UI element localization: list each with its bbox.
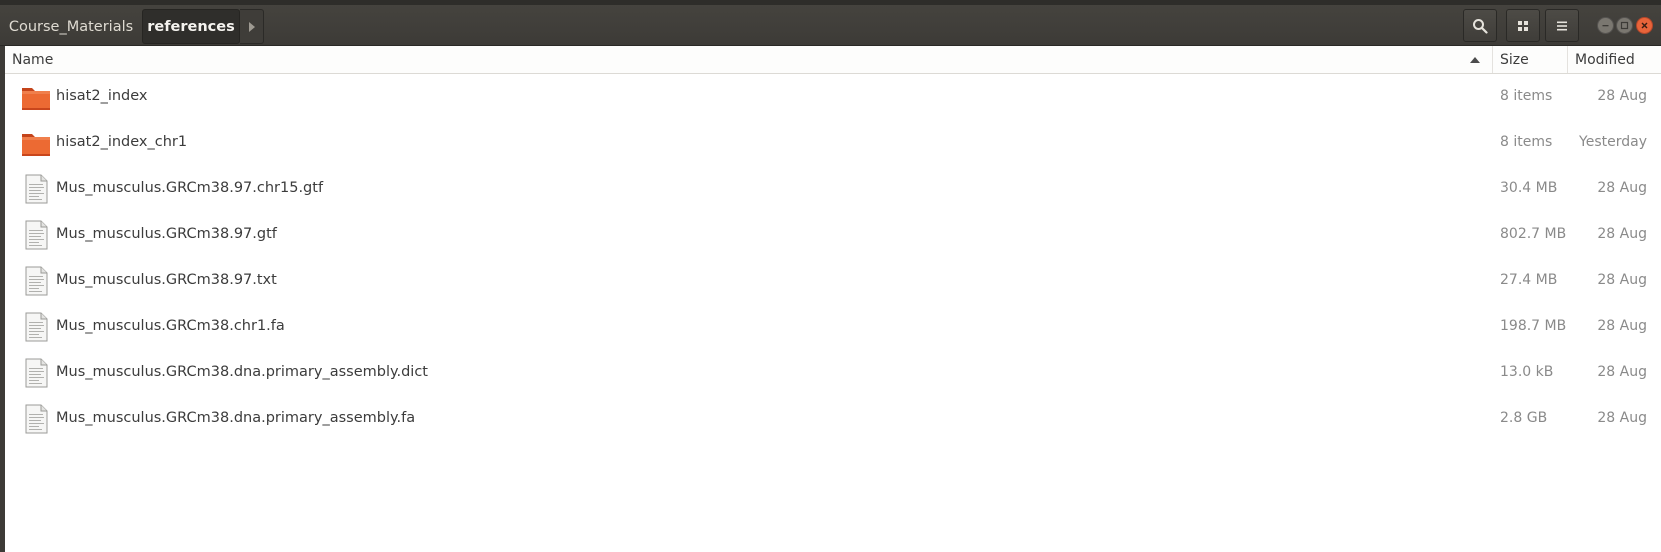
folder-icon: [20, 127, 52, 159]
file-size: 802.7 MB: [1500, 226, 1567, 242]
text-file-icon: [20, 311, 52, 343]
close-icon: [1641, 22, 1648, 29]
file-size: 27.4 MB: [1500, 272, 1558, 288]
column-header-modified[interactable]: Modified: [1568, 46, 1661, 73]
file-modified: 28 Aug: [1597, 272, 1647, 288]
folder-icon: [20, 81, 52, 113]
file-name: Mus_musculus.GRCm38.chr1.fa: [56, 318, 285, 334]
column-header-label: Modified: [1575, 51, 1635, 68]
chevron-right-icon: [248, 21, 255, 32]
text-file-icon: [20, 403, 52, 435]
file-size: 198.7 MB: [1500, 318, 1567, 334]
file-list: hisat2_index 8 items 28 Aug hisat2_index_c…: [5, 74, 1661, 442]
file-row[interactable]: hisat2_index 8 items 28 Aug: [5, 74, 1661, 120]
menu-button[interactable]: [1545, 9, 1579, 42]
column-header-name[interactable]: Name: [5, 46, 1493, 73]
column-header: Name Size Modified: [5, 46, 1661, 74]
file-modified: 28 Aug: [1597, 226, 1647, 242]
text-file-icon: [20, 173, 52, 205]
file-row[interactable]: Mus_musculus.GRCm38.dna.primary_assembly…: [5, 396, 1661, 442]
file-modified: 28 Aug: [1597, 88, 1647, 104]
file-modified: 28 Aug: [1597, 410, 1647, 426]
breadcrumb-label: references: [147, 18, 235, 35]
minimize-button[interactable]: [1597, 17, 1614, 34]
file-size: 2.8 GB: [1500, 410, 1548, 426]
view-toggle-button[interactable]: [1506, 9, 1540, 42]
minimize-icon: [1602, 25, 1609, 27]
file-modified: Yesterday: [1579, 134, 1647, 150]
sort-ascending-icon: [1470, 57, 1480, 63]
file-name: Mus_musculus.GRCm38.97.txt: [56, 272, 277, 288]
file-name: Mus_musculus.GRCm38.97.chr15.gtf: [56, 180, 324, 196]
hamburger-menu-icon: [1557, 21, 1567, 30]
search-button[interactable]: [1463, 9, 1497, 42]
file-modified: 28 Aug: [1597, 318, 1647, 334]
column-header-size[interactable]: Size: [1493, 46, 1568, 73]
file-row[interactable]: Mus_musculus.GRCm38.97.chr15.gtf 30.4 MB 2…: [5, 166, 1661, 212]
text-file-icon: [20, 265, 52, 297]
file-name: Mus_musculus.GRCm38.97.gtf: [56, 226, 277, 242]
file-name: Mus_musculus.GRCm38.dna.primary_assembly…: [56, 364, 428, 380]
file-name: Mus_musculus.GRCm38.dna.primary_assembly…: [56, 410, 416, 426]
file-row[interactable]: Mus_musculus.GRCm38.chr1.fa 198.7 MB 28 Au…: [5, 304, 1661, 350]
column-header-label: Size: [1500, 51, 1529, 68]
file-row[interactable]: hisat2_index_chr1 8 items Yesterday: [5, 120, 1661, 166]
search-icon: [1473, 18, 1488, 34]
text-file-icon: [20, 357, 52, 389]
file-size: 13.0 kB: [1500, 364, 1554, 380]
header-bar: Course_Materials references: [0, 0, 1661, 46]
breadcrumb-references[interactable]: references: [142, 9, 240, 44]
file-name: hisat2_index: [56, 88, 148, 104]
file-row[interactable]: Mus_musculus.GRCm38.97.gtf 802.7 MB 28 Aug: [5, 212, 1661, 258]
file-size: 8 items: [1500, 88, 1553, 104]
maximize-icon: [1620, 21, 1629, 30]
maximize-button[interactable]: [1616, 17, 1633, 34]
breadcrumb-course-materials[interactable]: Course_Materials: [0, 9, 142, 44]
file-name: hisat2_index_chr1: [56, 134, 188, 150]
file-size: 30.4 MB: [1500, 180, 1558, 196]
file-modified: 28 Aug: [1597, 364, 1647, 380]
file-size: 8 items: [1500, 134, 1553, 150]
grid-view-icon: [1518, 20, 1528, 31]
column-header-label: Name: [12, 51, 54, 68]
file-row[interactable]: Mus_musculus.GRCm38.97.txt 27.4 MB 28 Aug: [5, 258, 1661, 304]
close-button[interactable]: [1636, 17, 1653, 34]
breadcrumb-label: Course_Materials: [8, 18, 134, 35]
text-file-icon: [20, 219, 52, 251]
file-modified: 28 Aug: [1597, 180, 1647, 196]
file-row[interactable]: Mus_musculus.GRCm38.dna.primary_assembly…: [5, 350, 1661, 396]
breadcrumb-forward-button[interactable]: [240, 9, 264, 44]
